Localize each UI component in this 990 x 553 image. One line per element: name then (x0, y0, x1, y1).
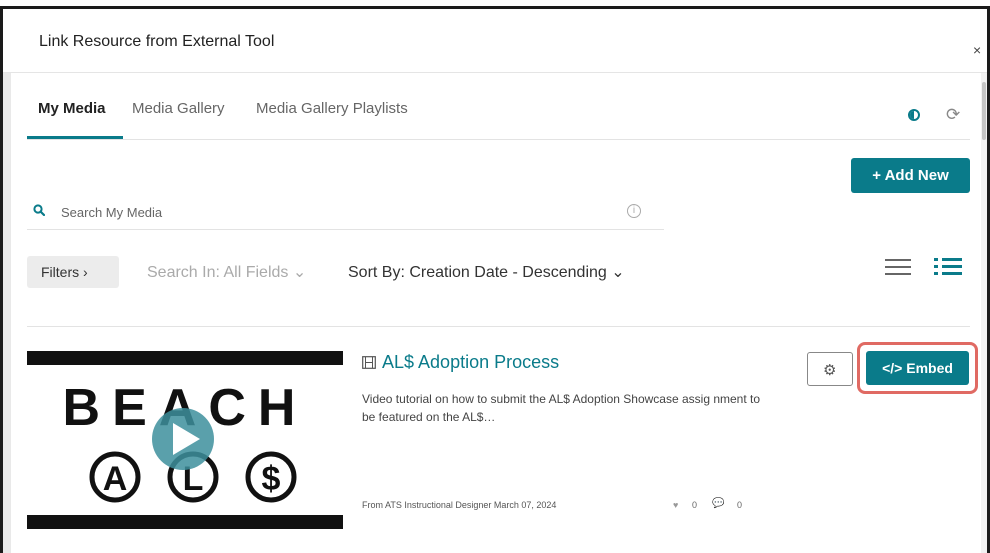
media-thumbnail[interactable]: BEACH A L $ (27, 351, 343, 529)
search-in-dropdown[interactable]: Search In: All Fields ⌄ (147, 262, 306, 282)
svg-text:$: $ (262, 460, 281, 498)
tab-media-gallery-playlists[interactable]: Media Gallery Playlists (256, 100, 408, 117)
refresh-icon[interactable]: ⟳ (946, 105, 960, 125)
list-divider (27, 326, 970, 327)
likes-count: 0 (692, 500, 698, 510)
tab-media-gallery[interactable]: Media Gallery (132, 100, 225, 117)
detailed-view-icon[interactable] (934, 256, 962, 276)
embed-button[interactable]: </> Embed (866, 351, 969, 385)
tabs-divider (27, 139, 970, 140)
entry-settings-button[interactable]: ⚙ (807, 352, 853, 386)
video-icon (362, 356, 376, 369)
tab-my-media[interactable]: My Media (38, 100, 106, 117)
sort-by-dropdown[interactable]: Sort By: Creation Date - Descending ⌄ (348, 262, 625, 282)
list-view-icon[interactable] (885, 258, 911, 276)
filters-button[interactable]: Filters › (27, 256, 119, 288)
svg-text:A: A (103, 460, 128, 498)
search-input[interactable] (61, 200, 621, 224)
entry-description: Video tutorial on how to submit the AL$ … (362, 392, 761, 424)
gear-icon: ⚙ (823, 362, 837, 379)
entry-title-link[interactable]: AL$ Adoption Process (382, 352, 559, 373)
search-bar: i (27, 196, 664, 230)
left-gutter (3, 73, 11, 553)
modal-title: Link Resource from External Tool (39, 33, 275, 50)
add-new-button[interactable]: + Add New (851, 158, 970, 193)
scrollbar-thumb[interactable] (982, 82, 986, 140)
info-icon[interactable]: i (627, 204, 641, 218)
entry-meta: From ATS Instructional Designer March 07… (362, 500, 557, 510)
comment-icon: 💬 (712, 498, 725, 509)
close-icon[interactable]: × (973, 42, 981, 58)
scrollbar-track[interactable] (981, 73, 987, 553)
search-icon (33, 204, 45, 216)
heart-icon: ♥ (673, 500, 679, 510)
thumbnail-image: BEACH A L $ (27, 365, 343, 515)
comments-count: 0 (737, 500, 743, 510)
contrast-icon[interactable] (908, 109, 920, 121)
modal-header: Link Resource from External Tool × (3, 9, 987, 73)
